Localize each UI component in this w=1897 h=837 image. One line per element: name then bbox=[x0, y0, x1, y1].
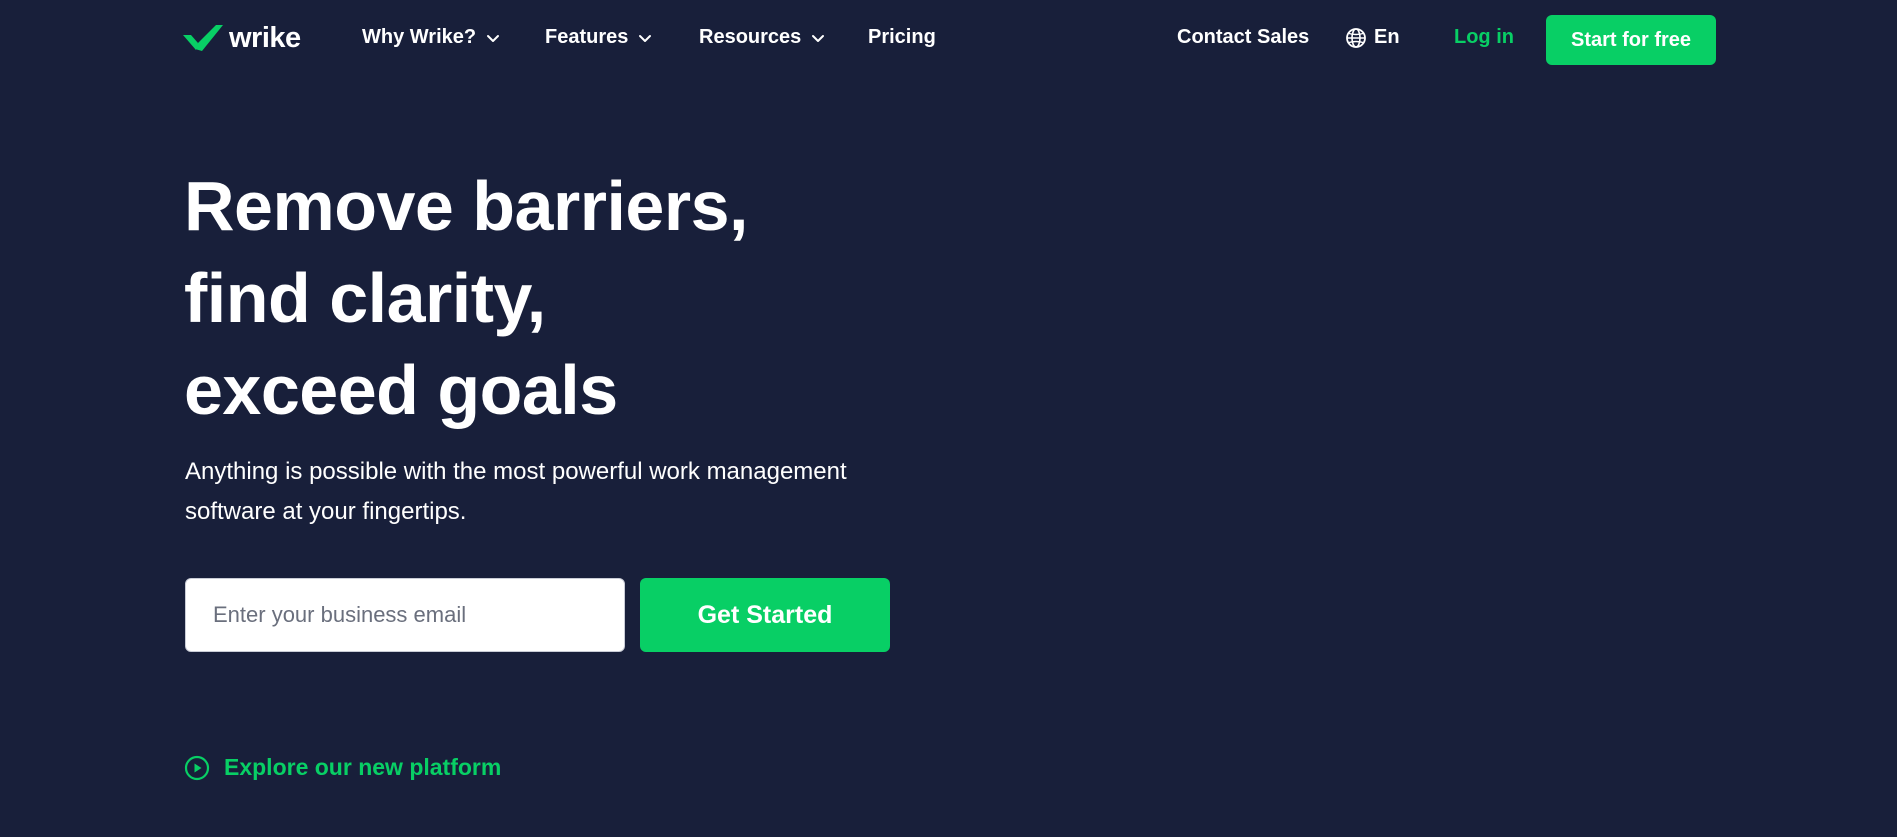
chevron-down-icon bbox=[812, 34, 825, 42]
nav-resources[interactable]: Resources bbox=[699, 26, 825, 49]
login-link[interactable]: Log in bbox=[1454, 26, 1514, 49]
explore-platform-label: Explore our new platform bbox=[224, 754, 502, 780]
nav-pricing[interactable]: Pricing bbox=[868, 26, 936, 49]
hero-title-line-1: Remove barriers, bbox=[184, 167, 748, 245]
language-selector[interactable]: En bbox=[1345, 26, 1400, 49]
globe-icon bbox=[1346, 27, 1366, 48]
contact-sales-label: Contact Sales bbox=[1177, 26, 1310, 48]
nav-why-wrike[interactable]: Why Wrike? bbox=[362, 26, 500, 49]
logo-text: wrike bbox=[229, 21, 301, 54]
get-started-button[interactable]: Get Started bbox=[640, 578, 890, 652]
checkmark-icon bbox=[183, 25, 223, 51]
hero-title-line-3: exceed goals bbox=[184, 351, 618, 429]
start-for-free-button[interactable]: Start for free bbox=[1546, 15, 1716, 65]
business-email-input[interactable] bbox=[185, 578, 625, 652]
play-circle-icon bbox=[184, 755, 210, 780]
contact-sales-link[interactable]: Contact Sales bbox=[1177, 26, 1309, 49]
wrike-logo[interactable]: wrike bbox=[183, 20, 301, 56]
nav-pricing-label: Pricing bbox=[868, 26, 936, 48]
explore-platform-link[interactable]: Explore our new platform bbox=[184, 754, 501, 781]
chevron-down-icon bbox=[639, 34, 652, 42]
top-navigation: wrike Why Wrike? Features Resources Pric… bbox=[0, 0, 1897, 78]
hero-subtitle: Anything is possible with the most power… bbox=[185, 458, 847, 525]
hero-title-line-2: find clarity, bbox=[184, 259, 546, 337]
nav-why-wrike-label: Why Wrike? bbox=[362, 26, 477, 48]
nav-resources-label: Resources bbox=[699, 26, 802, 48]
language-label: En bbox=[1374, 26, 1400, 48]
nav-features-label: Features bbox=[545, 26, 629, 48]
chevron-down-icon bbox=[487, 34, 500, 42]
hero-title: Remove barriers, find clarity, exceed go… bbox=[184, 160, 884, 436]
nav-features[interactable]: Features bbox=[545, 26, 652, 49]
